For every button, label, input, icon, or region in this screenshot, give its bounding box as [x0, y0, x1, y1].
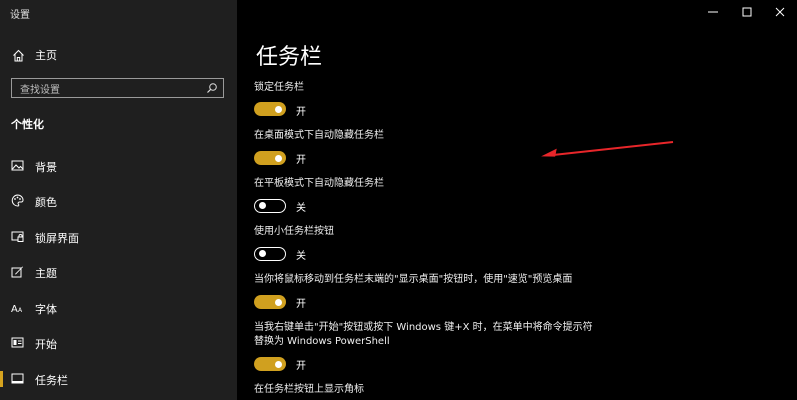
- sidebar-item-colors[interactable]: 颜色: [0, 190, 237, 212]
- search-input[interactable]: 查找设置: [12, 81, 206, 96]
- sidebar-item-label: 锁屏界面: [35, 232, 79, 245]
- search-box[interactable]: 查找设置: [11, 78, 224, 98]
- home-nav-item[interactable]: 主页: [12, 46, 57, 64]
- sidebar-item-label: 主题: [35, 267, 57, 280]
- toggle-knob: [259, 202, 266, 209]
- toggle-knob: [275, 154, 282, 162]
- home-icon: [13, 49, 24, 61]
- sidebar-item-lock-screen[interactable]: 锁屏界面: [0, 226, 237, 248]
- sidebar-item-label: 颜色: [35, 196, 57, 209]
- image-icon: [11, 160, 24, 171]
- setting-label-powershell: 当我右键单击"开始"按钮或按下 Windows 键+X 时，在菜单中将命令提示符…: [254, 322, 593, 347]
- toggle-state-text: 开: [296, 299, 306, 310]
- minimize-icon: [708, 11, 718, 13]
- section-title: 个性化: [11, 118, 44, 131]
- setting-label-lock-taskbar: 锁定任务栏: [254, 82, 304, 93]
- annotation-arrow: [541, 141, 674, 157]
- sidebar-item-taskbar[interactable]: 任务栏: [0, 368, 237, 390]
- maximize-button[interactable]: [732, 4, 762, 20]
- setting-label-autohide-tablet: 在平板模式下自动隐藏任务栏: [254, 178, 384, 189]
- maximize-icon: [742, 7, 752, 17]
- sidebar-item-background[interactable]: 背景: [0, 155, 237, 177]
- taskbar-icon: [11, 373, 24, 384]
- toggle-lock-taskbar[interactable]: [254, 102, 286, 116]
- setting-label-small-buttons: 使用小任务栏按钮: [254, 226, 334, 237]
- toggle-powershell[interactable]: [254, 357, 286, 371]
- sidebar: 设置 主页 查找设置 个性化 背景 颜色 锁屏界面 主题 A A 字体 开始 任…: [0, 0, 237, 400]
- setting-label-peek: 当你将鼠标移动到任务栏末端的"显示桌面"按钮时，使用"速览"预览桌面: [254, 274, 573, 285]
- start-icon: [11, 337, 24, 348]
- toggle-state-text: 关: [296, 251, 306, 262]
- minimize-button[interactable]: [698, 4, 728, 20]
- home-label: 主页: [35, 49, 57, 62]
- toggle-state-text: 开: [296, 155, 306, 166]
- sidebar-item-themes[interactable]: 主题: [0, 261, 237, 283]
- active-indicator: [0, 371, 3, 387]
- svg-text:A: A: [18, 307, 23, 314]
- toggle-peek[interactable]: [254, 295, 286, 309]
- search-icon[interactable]: [206, 82, 218, 94]
- close-icon: [775, 7, 785, 17]
- toggle-knob: [275, 298, 282, 306]
- palette-icon: [11, 194, 24, 207]
- toggle-autohide-desktop[interactable]: [254, 151, 286, 165]
- toggle-state-text: 开: [296, 361, 306, 372]
- setting-label-badges: 在任务栏按钮上显示角标: [254, 384, 364, 395]
- sidebar-item-label: 字体: [35, 303, 57, 316]
- toggle-knob: [275, 105, 282, 113]
- sidebar-item-start[interactable]: 开始: [0, 332, 237, 354]
- sidebar-item-label: 背景: [35, 161, 57, 174]
- lock-screen-icon: [11, 231, 24, 242]
- svg-text:A: A: [11, 304, 18, 314]
- sidebar-item-label: 任务栏: [35, 374, 68, 387]
- theme-icon: [11, 266, 23, 278]
- main-panel: 任务栏 锁定任务栏 开 在桌面模式下自动隐藏任务栏 开 在平板模式下自动隐藏任务…: [237, 0, 797, 400]
- toggle-state-text: 开: [296, 107, 306, 118]
- app-title: 设置: [10, 10, 30, 21]
- close-button[interactable]: [765, 4, 795, 20]
- toggle-knob: [275, 360, 282, 368]
- toggle-knob: [259, 250, 266, 257]
- toggle-small-buttons[interactable]: [254, 247, 286, 261]
- toggle-state-text: 关: [296, 203, 306, 214]
- sidebar-item-fonts[interactable]: A A 字体: [0, 297, 237, 319]
- font-icon: A A: [11, 304, 23, 314]
- toggle-autohide-tablet[interactable]: [254, 199, 286, 213]
- sidebar-item-label: 开始: [35, 338, 57, 351]
- page-title: 任务栏: [256, 45, 323, 70]
